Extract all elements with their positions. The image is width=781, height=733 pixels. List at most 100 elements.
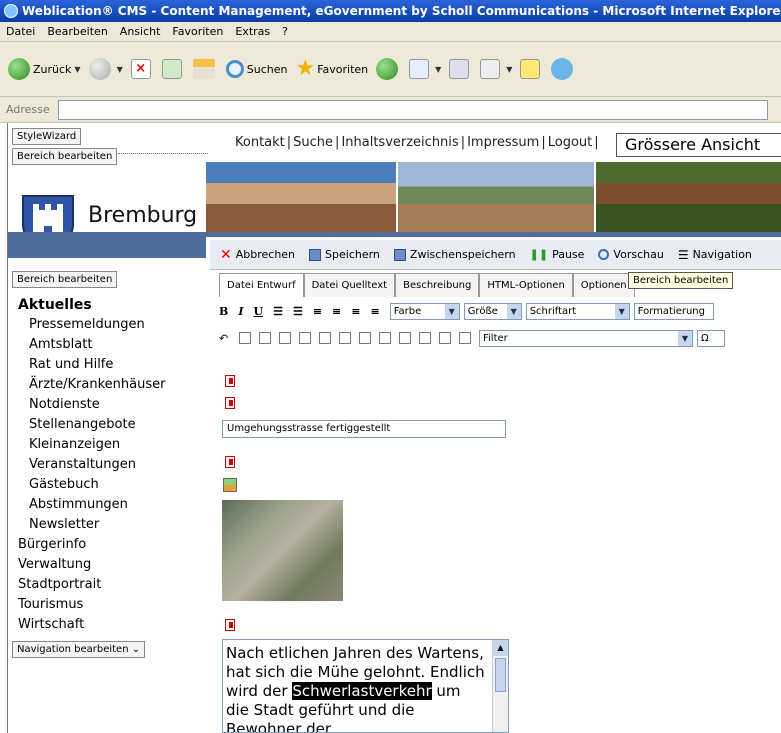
nav-inhaltsverzeichnis[interactable]: Inhaltsverzeichnis xyxy=(341,135,458,150)
image-icon[interactable] xyxy=(223,478,237,492)
align-right-icon[interactable]: ≡ xyxy=(351,305,360,318)
tab-datei-entwurf[interactable]: Datei Entwurf xyxy=(219,273,304,297)
nav-notdienste[interactable]: Notdienste xyxy=(8,395,206,415)
element-marker-icon[interactable] xyxy=(225,397,235,409)
paste-text-icon[interactable] xyxy=(459,332,471,344)
mail-button[interactable]: ▼ xyxy=(409,59,441,79)
element-marker-icon[interactable] xyxy=(225,375,235,387)
split-cells-icon[interactable] xyxy=(399,332,411,344)
menu-favoriten[interactable]: Favoriten xyxy=(172,25,223,38)
unordered-list-icon[interactable]: ☰ xyxy=(293,305,303,318)
history-button[interactable] xyxy=(376,58,401,80)
zwischenspeichern-button[interactable]: Zwischenspeichern xyxy=(393,248,516,261)
navigation-button[interactable]: ☰ Navigation xyxy=(678,248,752,262)
refresh-button[interactable] xyxy=(161,59,185,79)
edit-cell-icon[interactable] xyxy=(259,332,271,344)
delete-column-icon[interactable] xyxy=(419,332,431,344)
nav-tourismus[interactable]: Tourismus xyxy=(8,595,206,615)
navigation-bearbeiten-button[interactable]: Navigation bearbeiten ⌄ xyxy=(12,641,146,658)
tab-html-optionen[interactable]: HTML-Optionen xyxy=(479,273,573,297)
nav-veranstaltungen[interactable]: Veranstaltungen xyxy=(8,455,206,475)
grid-icon[interactable] xyxy=(299,332,311,344)
menu-extras[interactable]: Extras xyxy=(235,25,270,38)
tab-optionen[interactable]: Optionen xyxy=(572,273,635,297)
edit-button[interactable]: ▼ xyxy=(480,59,512,79)
back-button[interactable]: Zurück ▼ xyxy=(8,58,81,80)
nav-kontakt[interactable]: Kontakt xyxy=(235,135,285,150)
underline-button[interactable]: U xyxy=(253,305,263,318)
align-center-icon[interactable]: ≡ xyxy=(332,305,341,318)
font-select[interactable]: Schriftart ▼ xyxy=(525,302,630,320)
size-select[interactable]: Größe ▼ xyxy=(463,302,522,320)
insert-column-icon[interactable] xyxy=(339,332,351,344)
special-char-select[interactable]: Ω xyxy=(697,329,725,347)
paste-icon[interactable] xyxy=(439,332,451,344)
ordered-list-icon[interactable]: ☰ xyxy=(273,305,283,318)
nav-stadtportrait[interactable]: Stadtportrait xyxy=(8,575,206,595)
scroll-up-icon[interactable]: ▲ xyxy=(493,640,508,656)
notes-button[interactable] xyxy=(520,59,543,79)
stop-button[interactable]: × xyxy=(130,59,154,79)
nav-abstimmungen[interactable]: Abstimmungen xyxy=(8,495,206,515)
undo-icon[interactable]: ↶ xyxy=(219,332,231,345)
stop-icon: × xyxy=(130,59,151,79)
nav-amtsblatt[interactable]: Amtsblatt xyxy=(8,335,206,355)
groessere-ansicht-button[interactable]: Grössere Ansicht xyxy=(616,133,781,157)
pause-button[interactable]: ❚❚ Pause xyxy=(530,248,585,261)
headline-input[interactable]: Umgehungsstrasse fertiggestellt xyxy=(222,420,506,438)
forward-button[interactable]: ▼ xyxy=(88,58,123,80)
nav-gaestebuch[interactable]: Gästebuch xyxy=(8,475,206,495)
checkbox-icon[interactable] xyxy=(279,332,291,344)
nav-newsletter[interactable]: Newsletter xyxy=(8,515,206,535)
textarea-scrollbar[interactable]: ▲ xyxy=(492,640,508,732)
scroll-thumb[interactable] xyxy=(495,658,506,692)
nav-suche[interactable]: Suche xyxy=(293,135,333,150)
nav-aerzte[interactable]: Ärzte/Krankenhäuser xyxy=(8,375,206,395)
element-marker-icon[interactable] xyxy=(225,619,235,631)
italic-button[interactable]: I xyxy=(238,305,243,318)
formatting-select[interactable]: Formatierung xyxy=(633,302,714,320)
element-marker-icon[interactable] xyxy=(225,456,235,468)
nav-stellenangebote[interactable]: Stellenangebote xyxy=(8,415,206,435)
filter-select[interactable]: Filter ▼ xyxy=(479,329,693,347)
bold-button[interactable]: B xyxy=(219,305,228,318)
nav-kleinanzeigen[interactable]: Kleinanzeigen xyxy=(8,435,206,455)
nav-aktuelles[interactable]: Aktuelles xyxy=(8,295,206,315)
bereich-bearbeiten-left-button[interactable]: Bereich bearbeiten xyxy=(12,271,118,288)
bereich-bearbeiten-top-button[interactable]: Bereich bearbeiten xyxy=(12,148,118,165)
chevron-down-icon: ▼ xyxy=(435,64,442,74)
home-button[interactable] xyxy=(192,59,218,79)
address-bar: Adresse xyxy=(0,97,781,123)
menu-ansicht[interactable]: Ansicht xyxy=(120,25,161,38)
nav-buergerinfo[interactable]: Bürgerinfo xyxy=(8,535,206,555)
stylewizard-button[interactable]: StyleWizard xyxy=(12,128,82,145)
insert-row-icon[interactable] xyxy=(319,332,331,344)
align-justify-icon[interactable]: ≡ xyxy=(370,305,379,318)
align-left-icon[interactable]: ≡ xyxy=(313,305,322,318)
abbrechen-button[interactable]: ✕ Abbrechen xyxy=(220,247,295,263)
speichern-button[interactable]: Speichern xyxy=(309,248,380,261)
favorites-button[interactable]: ★ Favoriten xyxy=(295,58,368,80)
body-textarea[interactable]: Nach etlichen Jahren des Wartens, hat si… xyxy=(222,639,509,733)
messenger-button[interactable] xyxy=(551,58,576,80)
menu-datei[interactable]: Datei xyxy=(6,25,35,38)
nav-logout[interactable]: Logout xyxy=(548,135,593,150)
nav-wirtschaft[interactable]: Wirtschaft xyxy=(8,615,206,635)
color-select[interactable]: Farbe ▼ xyxy=(389,302,460,320)
nav-verwaltung[interactable]: Verwaltung xyxy=(8,555,206,575)
table-icon[interactable] xyxy=(239,332,251,344)
search-button[interactable]: Suchen xyxy=(225,60,287,78)
tab-beschreibung[interactable]: Beschreibung xyxy=(395,273,480,297)
delete-row-icon[interactable] xyxy=(359,332,371,344)
nav-pressemeldungen[interactable]: Pressemeldungen xyxy=(8,315,206,335)
nav-impressum[interactable]: Impressum xyxy=(467,135,539,150)
address-input[interactable] xyxy=(57,99,768,120)
menu-help[interactable]: ? xyxy=(282,25,288,38)
merge-cells-icon[interactable] xyxy=(379,332,391,344)
tab-datei-quelltext[interactable]: Datei Quelltext xyxy=(303,273,396,297)
print-button[interactable] xyxy=(449,59,472,79)
top-navigation: Kontakt | Suche | Inhaltsverzeichnis | Impress… xyxy=(235,135,599,150)
vorschau-button[interactable]: Vorschau xyxy=(598,248,664,261)
nav-rat-und-hilfe[interactable]: Rat und Hilfe xyxy=(8,355,206,375)
menu-bearbeiten[interactable]: Bearbeiten xyxy=(47,25,107,38)
